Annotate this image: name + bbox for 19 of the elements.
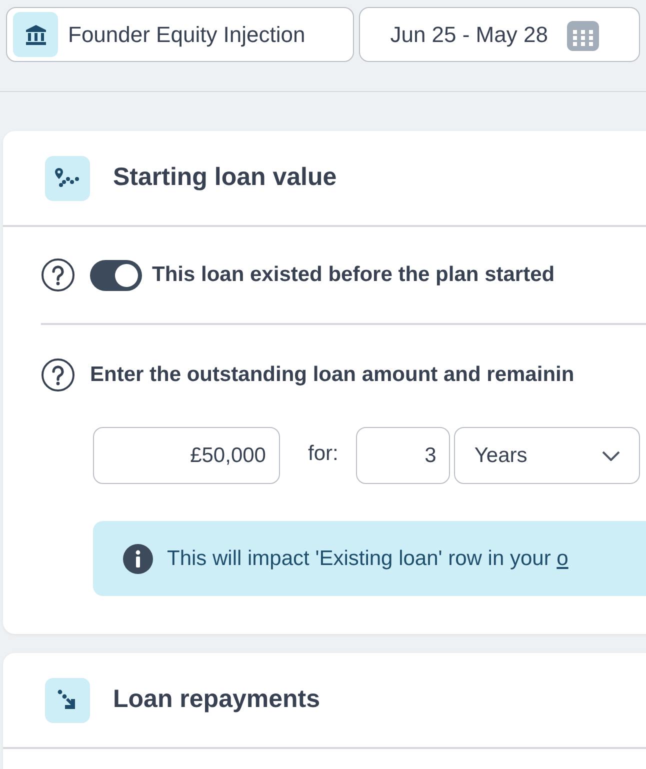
info-icon xyxy=(123,544,153,574)
question-label: Enter the outstanding loan amount and remainin xyxy=(90,362,574,388)
amount-field[interactable]: £50,000 xyxy=(93,427,280,484)
for-label: for: xyxy=(308,440,338,467)
term-unit-dropdown[interactable]: Years xyxy=(454,427,640,484)
route-icon xyxy=(54,167,80,189)
chevron-down-icon xyxy=(602,450,620,460)
term-field[interactable]: 3 xyxy=(356,427,450,484)
section-title: Starting loan value xyxy=(113,162,337,194)
toggle-label: This loan existed before the plan started xyxy=(152,262,555,288)
info-link[interactable]: o xyxy=(556,546,568,570)
info-text: This will impact 'Existing loan' row in your o xyxy=(167,546,568,572)
help-icon[interactable] xyxy=(41,358,75,392)
toggle-switch[interactable] xyxy=(90,260,142,290)
help-icon[interactable] xyxy=(41,258,75,292)
account-selector[interactable]: Founder Equity Injection xyxy=(6,7,354,62)
bank-icon xyxy=(24,24,46,46)
section-title: Loan repayments xyxy=(113,684,320,716)
date-range-picker[interactable]: Jun 25 - May 28 xyxy=(359,7,640,62)
